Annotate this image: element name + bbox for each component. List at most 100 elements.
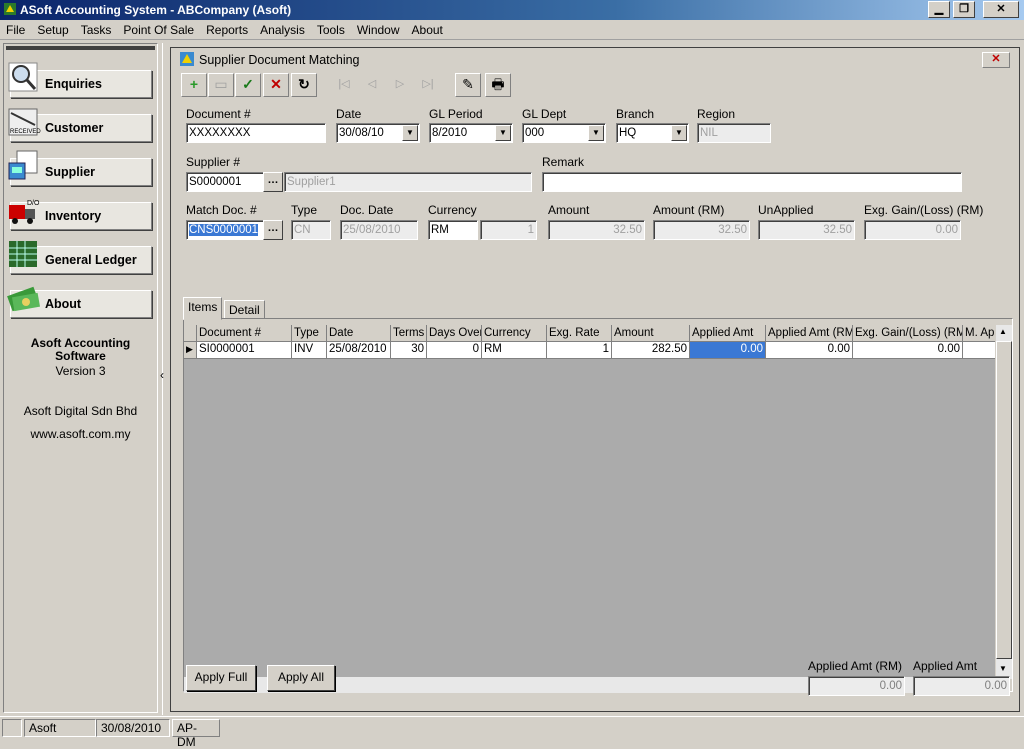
close-window-button[interactable]: ✕ <box>983 1 1019 18</box>
cell-amount[interactable]: 282.50 <box>612 342 690 359</box>
col-applied-amt-rm[interactable]: Applied Amt (RM) <box>766 325 853 342</box>
nav-label: Customer <box>45 121 104 135</box>
restore-button[interactable]: ❐ <box>953 1 975 18</box>
minimize-button[interactable]: ▁ <box>928 1 950 18</box>
cell-terms[interactable]: 30 <box>391 342 427 359</box>
menu-window[interactable]: Window <box>351 20 406 40</box>
date-dropdown-icon[interactable]: ▼ <box>402 125 418 141</box>
apply-full-button[interactable]: Apply Full <box>186 665 256 691</box>
cell-date[interactable]: 25/08/2010 <box>327 342 391 359</box>
save-button[interactable]: ✓ <box>235 73 261 97</box>
cell-currency[interactable]: RM <box>482 342 547 359</box>
type-field: CN <box>291 220 331 240</box>
branch-value: HQ <box>619 127 637 139</box>
window-title: ASoft Accounting System - ABCompany (Aso… <box>20 3 292 17</box>
delivery-order-icon: D/O <box>7 193 41 227</box>
branch-dropdown-icon[interactable]: ▼ <box>671 125 687 141</box>
nav-enquiries[interactable]: Enquiries <box>8 62 152 98</box>
menu-file[interactable]: File <box>0 20 31 40</box>
col-applied-amt[interactable]: Applied Amt <box>690 325 766 342</box>
col-m-ap[interactable]: M. Ap <box>963 325 995 342</box>
apply-all-button[interactable]: Apply All <box>267 665 335 691</box>
status-module[interactable]: AP-DM <box>172 719 220 749</box>
document-field[interactable]: XXXXXXXX <box>186 123 326 143</box>
vertical-scrollbar[interactable]: ▲ ▼ <box>996 325 1012 679</box>
date-field[interactable]: 30/08/10 ▼ <box>336 123 420 143</box>
about-website: www.asoft.com.my <box>30 427 131 441</box>
grid-corner <box>184 325 197 342</box>
col-document[interactable]: Document # <box>197 325 292 342</box>
app-icon <box>3 2 17 16</box>
amountrm-field: 32.50 <box>653 220 750 240</box>
branch-select[interactable]: HQ ▼ <box>616 123 689 143</box>
cell-m-ap[interactable] <box>963 342 995 359</box>
col-type[interactable]: Type <box>292 325 327 342</box>
refresh-button[interactable]: ↻ <box>291 73 317 97</box>
menu-setup[interactable]: Setup <box>31 20 74 40</box>
cell-exg-rate[interactable]: 1 <box>547 342 612 359</box>
scroll-down-icon[interactable]: ▼ <box>999 664 1007 673</box>
glperiod-label: GL Period <box>429 107 483 121</box>
glperiod-select[interactable]: 8/2010 ▼ <box>429 123 513 143</box>
about-company: Asoft Digital Sdn Bhd <box>23 404 138 418</box>
nav-about[interactable]: About <box>7 286 152 318</box>
vertical-scroll-thumb[interactable] <box>996 341 1012 659</box>
child-title-bar: Supplier Document Matching ✕ <box>171 48 1019 70</box>
print-button[interactable]: 🖶 <box>485 73 511 97</box>
supplier-field[interactable]: S0000001 <box>186 172 264 192</box>
remark-field[interactable] <box>542 172 962 192</box>
col-terms[interactable]: Terms <box>391 325 427 342</box>
glperiod-value: 8/2010 <box>432 127 468 139</box>
supplier-name-field: Supplier1 <box>284 172 532 192</box>
tab-items[interactable]: Items <box>183 297 223 320</box>
new-button[interactable]: + <box>181 73 207 97</box>
menu-about[interactable]: About <box>406 20 449 40</box>
cancel-button[interactable]: ✕ <box>263 73 289 97</box>
nav-inventory[interactable]: D/O Inventory <box>9 200 152 230</box>
menu-tools[interactable]: Tools <box>311 20 351 40</box>
cell-document[interactable]: SI0000001 <box>197 342 292 359</box>
collapse-panel-icon[interactable]: ‹ <box>160 368 164 382</box>
cell-applied-amt[interactable]: 0.00 <box>690 342 766 359</box>
matchdoc-lookup-button[interactable]: … <box>263 220 283 240</box>
received-stamp-icon: RECEIVED <box>7 105 41 139</box>
matchdoc-field[interactable]: CNS0000001 <box>186 220 264 240</box>
cell-exg-gain-loss[interactable]: 0.00 <box>853 342 963 359</box>
glperiod-dropdown-icon[interactable]: ▼ <box>495 125 511 141</box>
scroll-up-icon[interactable]: ▲ <box>999 327 1007 336</box>
region-label: Region <box>697 107 736 121</box>
col-amount[interactable]: Amount <box>612 325 690 342</box>
nav-general-ledger[interactable]: General Ledger <box>9 241 152 274</box>
close-child-button[interactable]: ✕ <box>982 52 1010 68</box>
menu-point-of-sale[interactable]: Point Of Sale <box>117 20 200 40</box>
col-currency[interactable]: Currency <box>482 325 547 342</box>
title-bar: ASoft Accounting System - ABCompany (Aso… <box>0 0 1024 20</box>
items-grid[interactable]: Document # Type Date Terms Days Over Cur… <box>184 325 995 677</box>
cell-days-over[interactable]: 0 <box>427 342 482 359</box>
nav-label: Supplier <box>45 165 96 179</box>
cell-type[interactable]: INV <box>292 342 327 359</box>
supplier-lookup-button[interactable]: … <box>263 172 283 192</box>
col-exg-rate[interactable]: Exg. Rate <box>547 325 612 342</box>
tool-button[interactable]: ✎ <box>455 73 481 97</box>
nav-supplier[interactable]: Supplier <box>8 150 152 186</box>
previous-record-button[interactable]: ◁ <box>359 73 385 97</box>
delete-button[interactable]: ▭ <box>208 73 234 97</box>
next-record-button[interactable]: ▷ <box>387 73 413 97</box>
gldept-select[interactable]: 000 ▼ <box>522 123 606 143</box>
tab-detail[interactable]: Detail <box>224 300 265 320</box>
menu-tasks[interactable]: Tasks <box>75 20 118 40</box>
col-exg-gain-loss[interactable]: Exg. Gain/(Loss) (RM) <box>853 325 963 342</box>
first-record-button[interactable]: |◁ <box>331 73 357 97</box>
menu-analysis[interactable]: Analysis <box>254 20 311 40</box>
nav-customer[interactable]: RECEIVED Customer <box>8 108 152 142</box>
currency-field[interactable]: RM <box>428 220 478 240</box>
gldept-dropdown-icon[interactable]: ▼ <box>588 125 604 141</box>
col-days-over[interactable]: Days Over <box>427 325 482 342</box>
nav-label: Inventory <box>45 209 102 223</box>
supplier-invoice-icon <box>7 149 41 183</box>
col-date[interactable]: Date <box>327 325 391 342</box>
menu-reports[interactable]: Reports <box>200 20 254 40</box>
cell-applied-amt-rm[interactable]: 0.00 <box>766 342 853 359</box>
last-record-button[interactable]: ▷| <box>415 73 441 97</box>
